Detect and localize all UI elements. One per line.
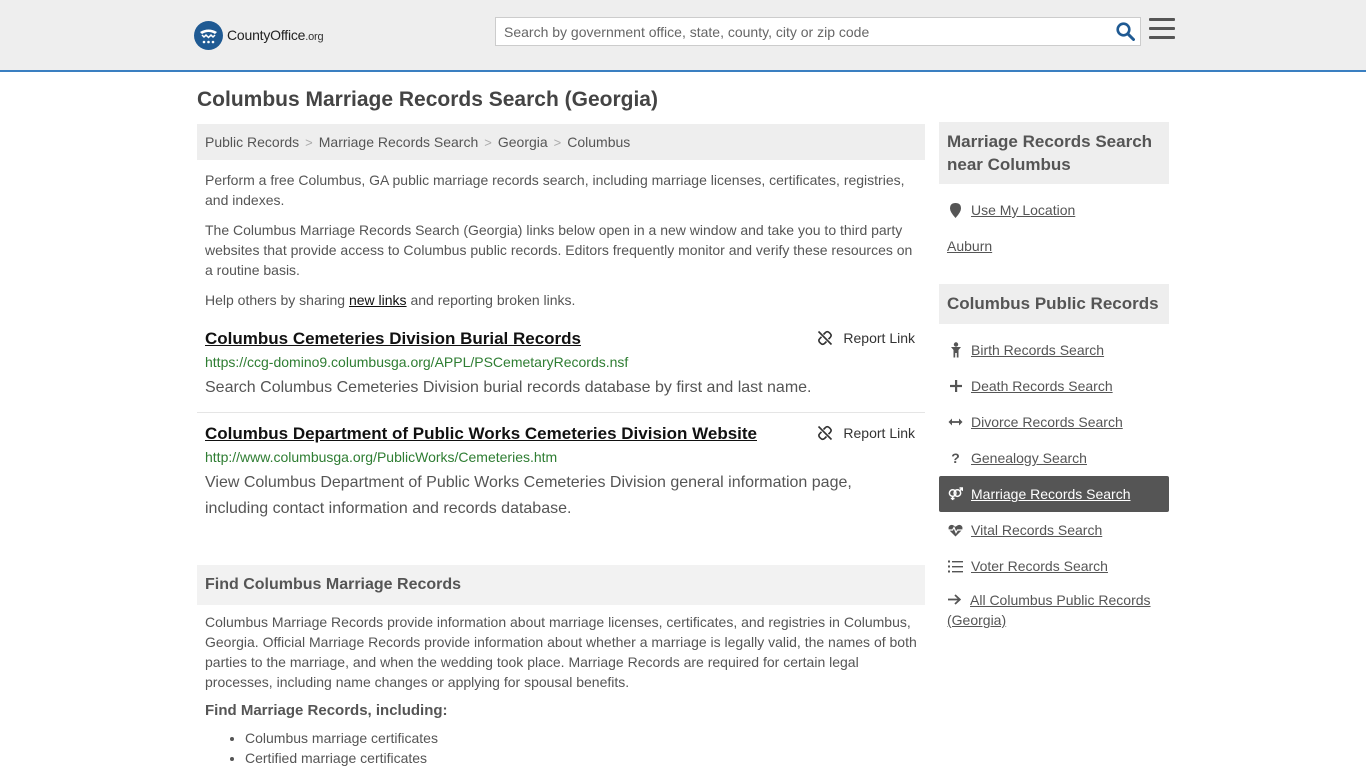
search-icon (1115, 22, 1135, 41)
nearby-city-link-auburn[interactable]: Auburn (947, 238, 992, 254)
breadcrumb-separator: > (553, 134, 562, 150)
breadcrumb-columbus[interactable]: Columbus (567, 134, 630, 150)
find-records-body: Columbus Marriage Records provide inform… (205, 614, 917, 690)
sidebar-link[interactable]: Death Records Search (971, 378, 1113, 394)
broken-link-icon (818, 425, 833, 441)
breadcrumb-georgia[interactable]: Georgia (498, 134, 548, 150)
main-content: Public Records > Marriage Records Search… (197, 124, 925, 768)
cross-icon (948, 380, 963, 392)
intro-paragraph-3: Help others by sharing new links and rep… (197, 290, 925, 310)
find-records-list: Columbus marriage certificates Certified… (197, 728, 925, 768)
page-title: Columbus Marriage Records Search (Georgi… (197, 88, 658, 111)
result-item: Columbus Department of Public Works Ceme… (197, 424, 925, 522)
breadcrumb: Public Records > Marriage Records Search… (197, 124, 925, 160)
heartbeat-icon (948, 524, 963, 537)
nearby-city-item[interactable]: Auburn (939, 228, 1169, 264)
arrows-horizontal-icon (948, 417, 963, 427)
result-title-link[interactable]: Columbus Department of Public Works Ceme… (205, 424, 757, 444)
list-numbered-icon (948, 560, 963, 573)
sidebar-link[interactable]: Divorce Records Search (971, 414, 1123, 430)
use-my-location-link[interactable]: Use My Location (971, 202, 1075, 218)
intro-text: Perform a free Columbus, GA public marri… (197, 170, 925, 310)
broken-link-icon (818, 330, 833, 346)
find-records-subheading: Find Marriage Records, including: (205, 702, 448, 719)
child-icon (948, 342, 963, 358)
sidebar-item-all-records[interactable]: All Columbus Public Records (Georgia) (939, 590, 1169, 630)
sidebar-item-voter-records[interactable]: Voter Records Search (939, 548, 1169, 584)
sidebar-item-genealogy[interactable]: ? Genealogy Search (939, 440, 1169, 476)
sidebar-link[interactable]: Genealogy Search (971, 450, 1087, 466)
sidebar-near-heading: Marriage Records Search near Columbus (939, 122, 1169, 184)
logo-suffix: .org (305, 31, 324, 43)
breadcrumb-public-records[interactable]: Public Records (205, 134, 299, 150)
sidebar-link[interactable]: Birth Records Search (971, 342, 1104, 358)
hamburger-menu-icon[interactable] (1149, 18, 1175, 42)
site-logo[interactable]: CountyOffice.org (194, 20, 324, 50)
logo-name: CountyOffice (227, 27, 306, 43)
intro-paragraph-2: The Columbus Marriage Records Search (Ge… (205, 222, 913, 278)
sidebar-link[interactable]: Vital Records Search (971, 522, 1102, 538)
breadcrumb-separator: > (305, 134, 313, 150)
sidebar-link[interactable]: Marriage Records Search (971, 486, 1131, 502)
question-icon: ? (951, 450, 960, 466)
logo-text: CountyOffice.org (227, 27, 324, 43)
search-input[interactable] (496, 18, 1110, 45)
new-links-link[interactable]: new links (349, 292, 407, 308)
list-item: Certified marriage certificates (245, 748, 925, 768)
report-link-label: Report Link (843, 330, 915, 346)
list-item: Columbus marriage certificates (245, 728, 925, 748)
all-public-records-link[interactable]: All Columbus Public Records (Georgia) (947, 592, 1151, 628)
top-header: CountyOffice.org (0, 0, 1366, 72)
use-my-location-item[interactable]: Use My Location (939, 192, 1169, 228)
map-marker-icon (948, 202, 963, 218)
share-text-before: Help others by sharing (205, 292, 349, 308)
intro-paragraph-1: Perform a free Columbus, GA public marri… (205, 172, 905, 208)
breadcrumb-separator: > (484, 134, 492, 150)
result-description: Search Columbus Cemeteries Division buri… (205, 379, 812, 396)
sidebar-public-records-heading: Columbus Public Records (939, 284, 1169, 324)
search-button[interactable] (1110, 18, 1140, 45)
sidebar: Marriage Records Search near Columbus Us… (939, 122, 1169, 630)
report-link-button[interactable]: Report Link (817, 330, 915, 346)
venus-mars-icon (948, 487, 963, 501)
sidebar-item-death-records[interactable]: Death Records Search (939, 368, 1169, 404)
find-records-heading: Find Columbus Marriage Records (197, 565, 925, 605)
result-url: http://www.columbusga.org/PublicWorks/Ce… (205, 449, 558, 465)
sidebar-item-marriage-records[interactable]: Marriage Records Search (939, 476, 1169, 512)
result-url: https://ccg-domino9.columbusga.org/APPL/… (205, 354, 629, 370)
sidebar-item-vital-records[interactable]: Vital Records Search (939, 512, 1169, 548)
share-text-after: and reporting broken links. (406, 292, 576, 308)
sidebar-item-divorce-records[interactable]: Divorce Records Search (939, 404, 1169, 440)
sidebar-item-birth-records[interactable]: Birth Records Search (939, 332, 1169, 368)
result-item: Columbus Cemeteries Division Burial Reco… (197, 329, 925, 413)
result-title-link[interactable]: Columbus Cemeteries Division Burial Reco… (205, 329, 581, 349)
report-link-label: Report Link (843, 425, 915, 441)
sidebar-link[interactable]: Voter Records Search (971, 558, 1108, 574)
report-link-button[interactable]: Report Link (817, 425, 915, 441)
arrow-right-icon (948, 590, 964, 610)
breadcrumb-marriage-records-search[interactable]: Marriage Records Search (319, 134, 479, 150)
search-bar (495, 17, 1141, 46)
result-description: View Columbus Department of Public Works… (205, 474, 852, 517)
logo-badge-icon (194, 20, 223, 50)
